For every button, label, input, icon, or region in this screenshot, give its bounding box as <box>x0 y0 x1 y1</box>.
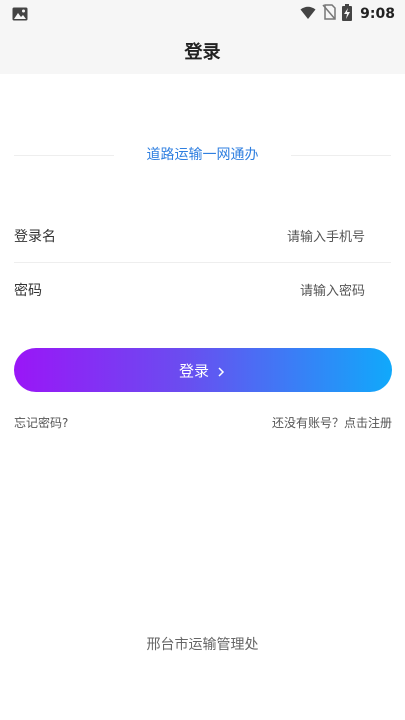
forgot-password-link[interactable]: 忘记密码? <box>14 414 68 431</box>
login-screen: 9:08 登录 道路运输一网通办 登录名 密码 登录 忘记密码? 还没有账号？点… <box>0 0 405 720</box>
login-button[interactable]: 登录 <box>14 348 392 392</box>
password-label: 密码 <box>14 283 42 299</box>
slogan-row: 道路运输一网通办 <box>14 143 391 167</box>
status-icons: 9:08 <box>300 3 395 25</box>
register-link[interactable]: 还没有账号？点击注册 <box>272 414 392 431</box>
auth-links: 忘记密码? 还没有账号？点击注册 <box>14 414 392 432</box>
image-icon <box>12 6 28 21</box>
chevron-right-icon <box>215 364 227 377</box>
divider-right <box>291 155 391 156</box>
footer: 邢台市运输管理处 <box>14 634 391 656</box>
username-input[interactable] <box>183 224 367 250</box>
top-bar: 9:08 登录 <box>0 0 405 74</box>
status-time: 9:08 <box>360 6 395 22</box>
no-sim-icon <box>322 4 336 24</box>
footer-text: 邢台市运输管理处 <box>146 637 259 653</box>
login-button-label: 登录 <box>178 361 209 380</box>
password-input[interactable] <box>183 278 367 304</box>
page-title: 登录 <box>184 42 221 63</box>
password-field: 密码 <box>14 264 391 316</box>
username-label: 登录名 <box>14 229 56 245</box>
username-field: 登录名 <box>14 210 391 263</box>
status-bar: 9:08 <box>0 0 405 28</box>
wifi-icon <box>300 5 316 24</box>
battery-charging-icon <box>342 3 353 25</box>
